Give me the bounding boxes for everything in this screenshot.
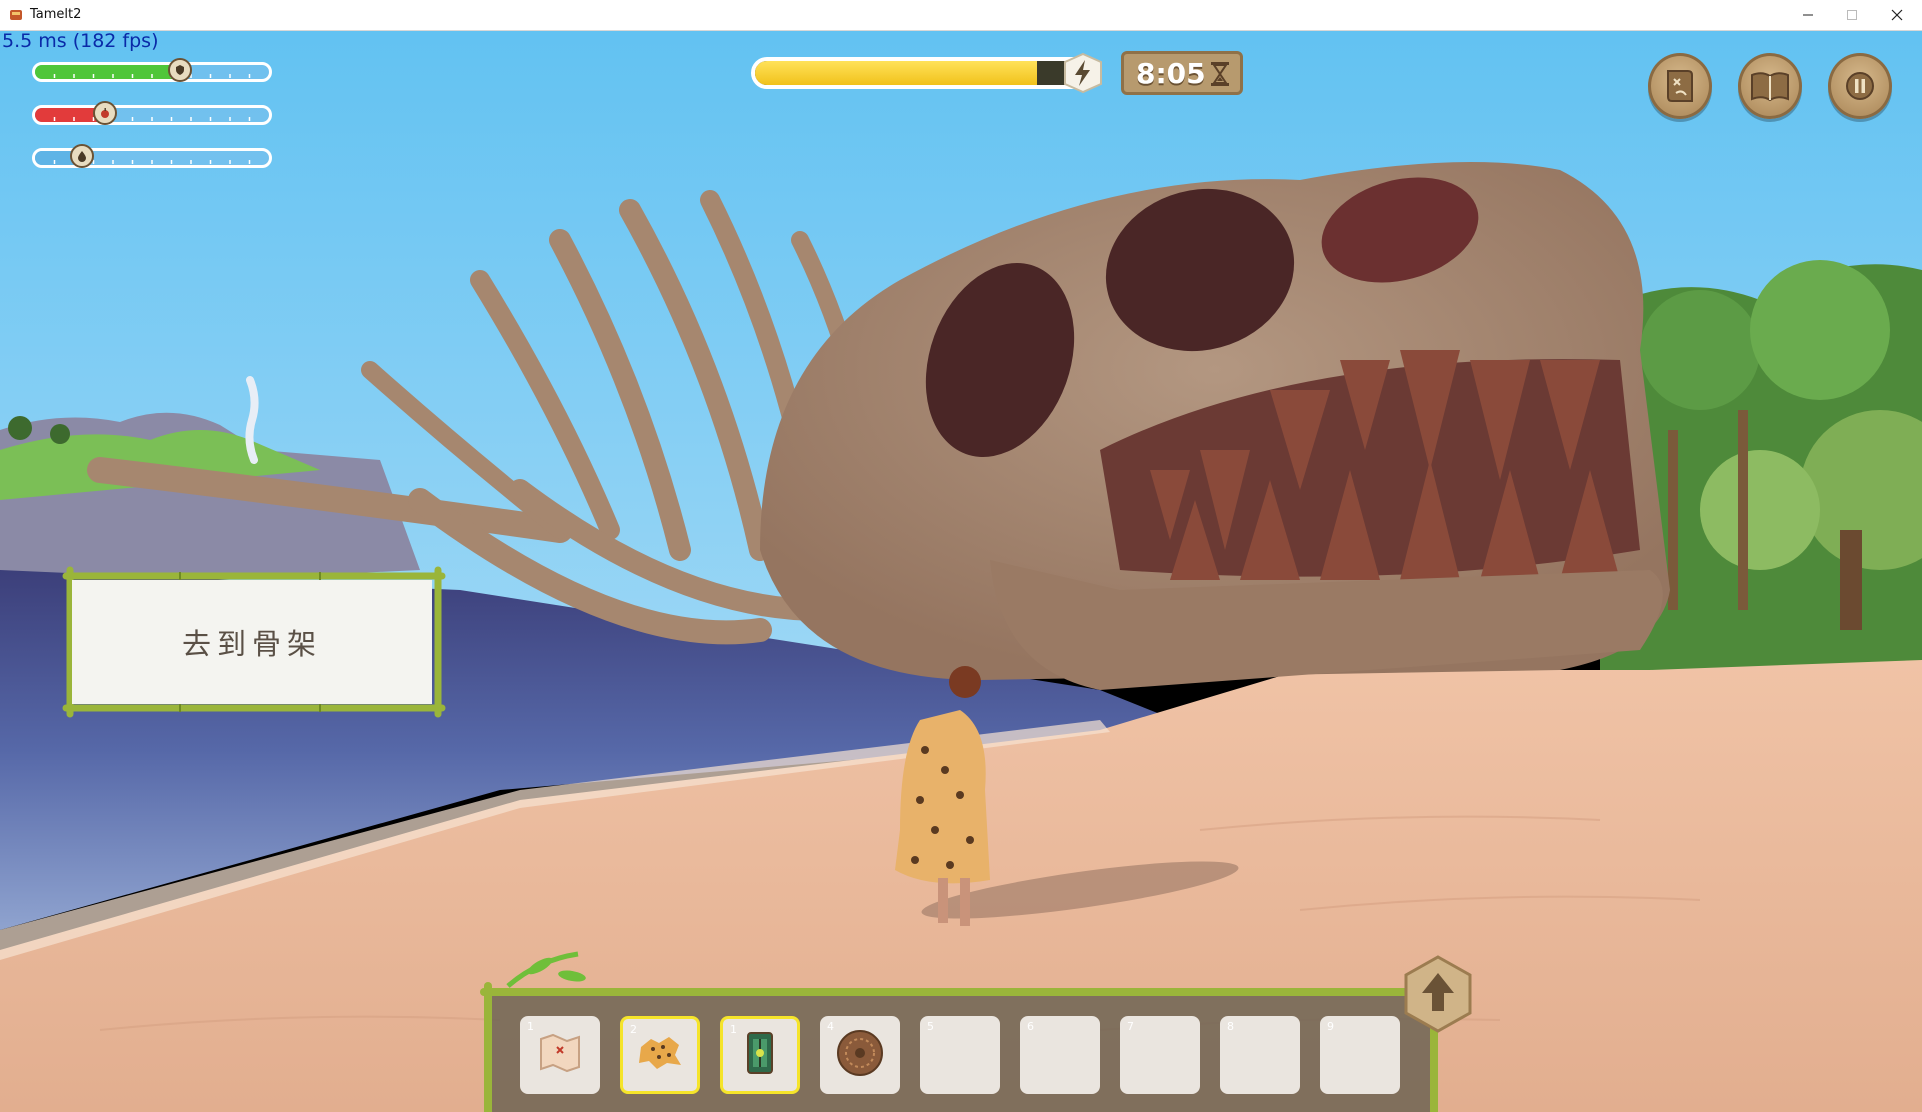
hunger-bar	[32, 101, 272, 125]
hotbar-slot-number: 8	[1227, 1020, 1234, 1033]
hotbar-slot-number: 6	[1027, 1020, 1034, 1033]
pause-button[interactable]	[1828, 53, 1892, 119]
health-ticks	[53, 74, 251, 78]
lightning-bolt-icon	[1064, 52, 1102, 94]
journal-button[interactable]	[1738, 53, 1802, 119]
minimize-icon	[1803, 14, 1813, 16]
hotbar-slot[interactable]: 2	[620, 1016, 700, 1094]
hotbar-slot-number: 7	[1127, 1020, 1134, 1033]
water-drop-icon	[70, 144, 94, 168]
expand-hotbar-button[interactable]	[1402, 955, 1474, 1033]
hotbar-slot[interactable]: 7	[1120, 1016, 1200, 1094]
leopard-pelt-icon	[635, 1033, 685, 1077]
pause-icon	[1846, 72, 1874, 100]
hotbar-slot-number: 1	[527, 1020, 534, 1033]
map-button[interactable]	[1648, 53, 1712, 119]
hourglass-icon	[1211, 62, 1229, 86]
thirst-bar	[32, 144, 272, 168]
day-clock: 8:05	[1121, 51, 1243, 95]
hotbar-slot-number: 1	[730, 1023, 737, 1036]
round-shield-icon	[835, 1028, 885, 1082]
hotbar-slot-number: 5	[927, 1020, 934, 1033]
shield-icon	[168, 58, 192, 82]
hotbar-slot[interactable]: 5	[920, 1016, 1000, 1094]
window-titlebar: Tamelt2	[0, 0, 1922, 31]
close-button[interactable]	[1875, 0, 1919, 30]
maximize-icon	[1847, 10, 1857, 20]
close-icon	[1891, 9, 1903, 21]
hotbar-slot[interactable]: 1	[520, 1016, 600, 1094]
lantern-cage-icon	[743, 1029, 777, 1081]
hotbar-slot-number: 4	[827, 1020, 834, 1033]
hunger-ticks	[53, 117, 251, 121]
hotbar-slot[interactable]: 1	[720, 1016, 800, 1094]
minimize-button[interactable]	[1786, 0, 1830, 30]
quest-text: 去到骨架	[181, 627, 322, 661]
hotbar-slot[interactable]: 6	[1020, 1016, 1100, 1094]
energy-bar	[751, 57, 1099, 89]
health-bar	[32, 58, 272, 82]
maximize-button[interactable]	[1830, 0, 1874, 30]
hotbar-slot-number: 9	[1327, 1020, 1334, 1033]
inventory-hotbar: 1 2 1 4 5 6 7 8 9	[478, 950, 1456, 1112]
apple-icon	[93, 101, 117, 125]
quest-objective-panel: 去到骨架	[60, 562, 448, 720]
window-title: Tamelt2	[30, 7, 82, 22]
hotbar-slot[interactable]: 8	[1220, 1016, 1300, 1094]
energy-bar-fill	[755, 61, 1038, 85]
treasure-map-icon	[537, 1033, 583, 1077]
clock-time: 8:05	[1136, 57, 1206, 90]
app-icon	[10, 10, 22, 20]
hotbar-slot[interactable]: 4	[820, 1016, 900, 1094]
journal-book-icon	[1751, 72, 1789, 102]
hotbar-slot[interactable]: 9	[1320, 1016, 1400, 1094]
map-scroll-icon	[1667, 70, 1693, 102]
fps-counter: 5.5 ms (182 fps)	[2, 30, 159, 52]
